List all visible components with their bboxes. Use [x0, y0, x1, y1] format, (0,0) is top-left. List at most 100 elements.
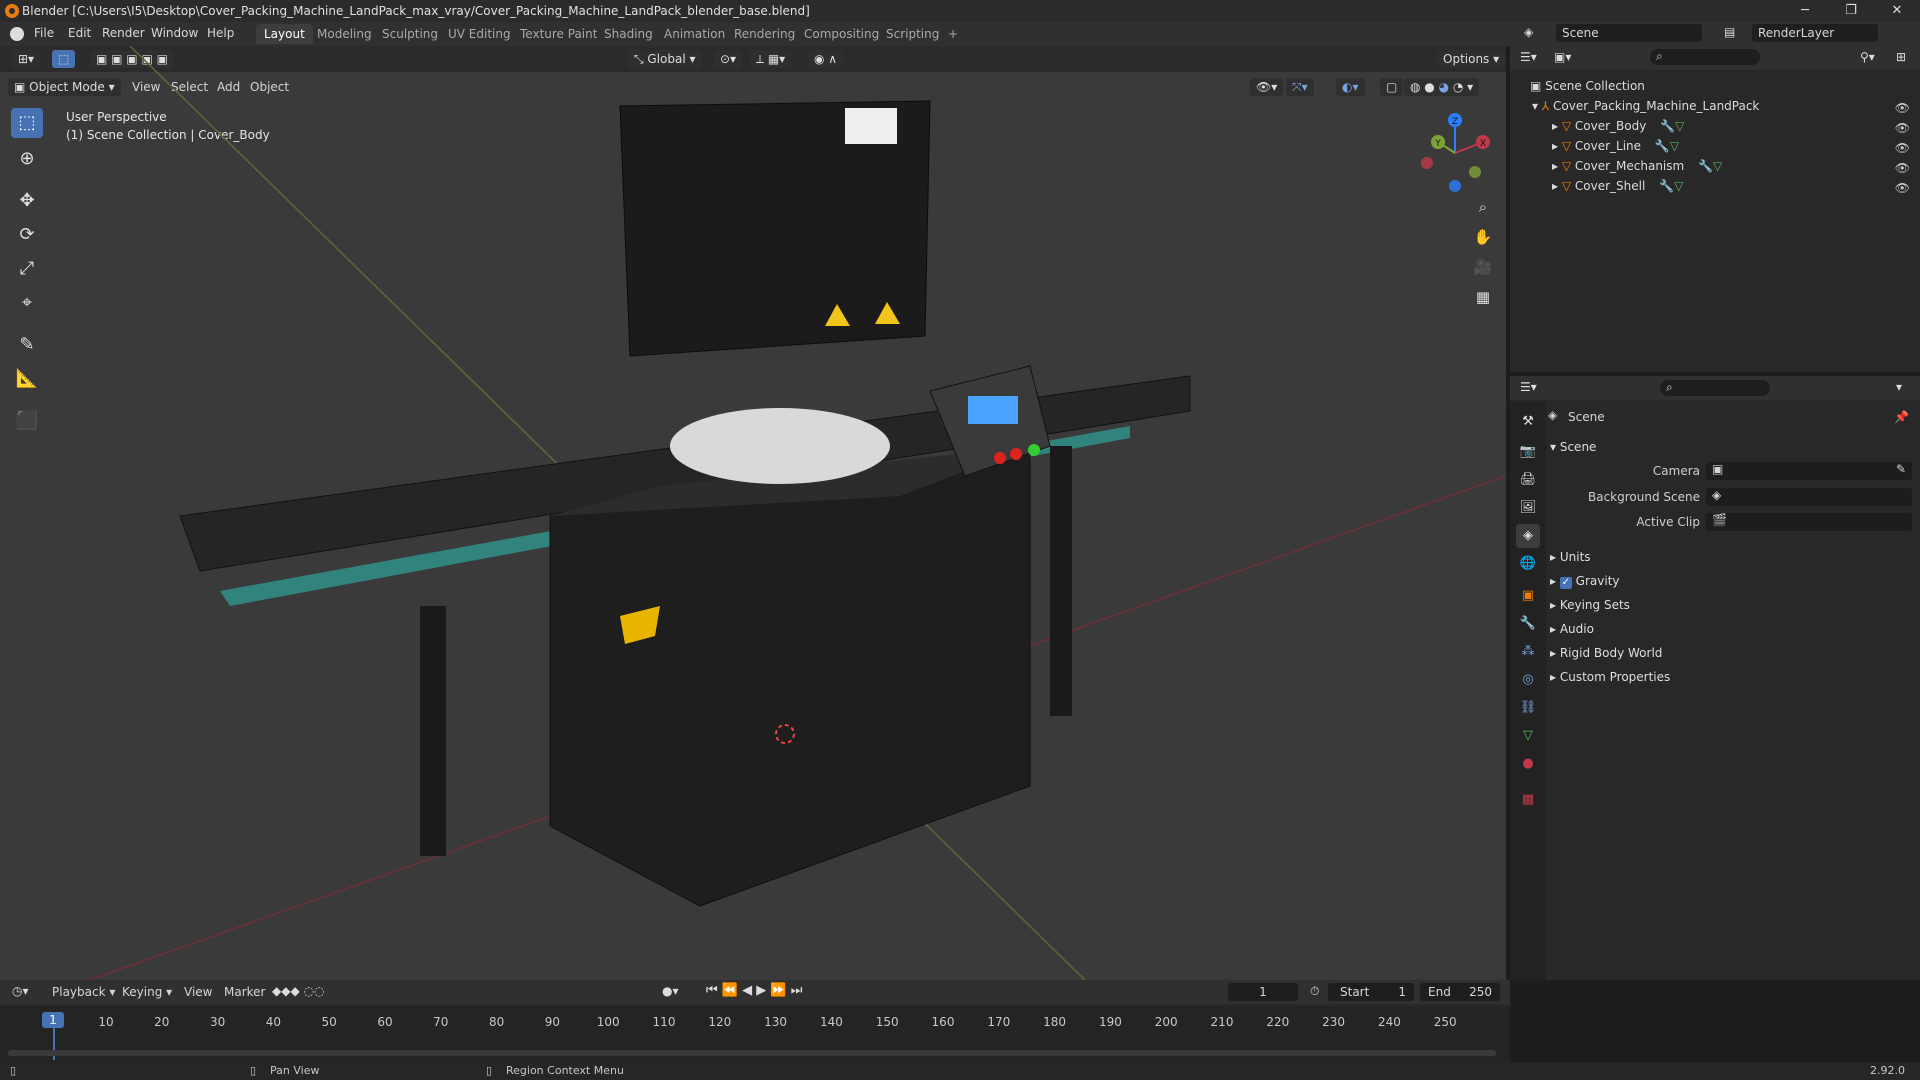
scene-panel-header[interactable]: ▾ Scene — [1550, 440, 1596, 454]
mesh-data-icon[interactable]: ▽ — [1675, 119, 1684, 133]
start-frame-field[interactable]: Start 1 — [1328, 983, 1414, 1001]
navigation-gizmo[interactable]: Z X Y — [1410, 108, 1500, 198]
blender-menu-icon[interactable] — [10, 27, 24, 41]
tab-scripting[interactable]: Scripting — [878, 24, 947, 44]
rigid-body-world-panel-header[interactable]: ▸ Rigid Body World — [1550, 646, 1662, 660]
modifier-icon[interactable]: 🔧 — [1698, 159, 1713, 173]
background-scene-field[interactable]: ◈ — [1706, 488, 1912, 506]
record-icon[interactable]: ●▾ — [662, 984, 679, 998]
custom-properties-panel-header[interactable]: ▸ Custom Properties — [1550, 670, 1670, 684]
new-collection-icon[interactable]: ⊞ — [1896, 50, 1906, 64]
outliner[interactable]: ☰▾ ▣▾ ⌕ ⚲▾ ⊞ ▣ Scene Collection ▾ ⅄ Cove… — [1510, 46, 1920, 372]
modifier-icon[interactable]: 🔧 — [1659, 179, 1674, 193]
tab-modeling[interactable]: Modeling — [309, 24, 380, 44]
camera-view-icon[interactable]: 🎥 — [1470, 254, 1496, 280]
timeline-menu-playback[interactable]: Playback ▾ — [52, 985, 115, 999]
material-tab-icon[interactable]: ● — [1516, 752, 1540, 776]
particles-tab-icon[interactable]: ⁂ — [1516, 640, 1540, 664]
expand-arrow-icon[interactable]: ▸ — [1552, 139, 1562, 153]
units-panel-header[interactable]: ▸ Units — [1550, 550, 1591, 564]
expand-arrow-icon[interactable]: ▸ — [1552, 119, 1562, 133]
zoom-icon[interactable]: ⌕ — [1470, 194, 1496, 220]
texture-tab-icon[interactable]: ▩ — [1516, 788, 1540, 812]
visibility-eye-icon[interactable]: 👁 — [1895, 98, 1910, 118]
playhead-frame-indicator[interactable]: 1 — [42, 1012, 64, 1028]
scene-selector[interactable]: Scene — [1556, 24, 1702, 42]
gravity-panel-header[interactable]: ▸ ✓ Gravity — [1550, 574, 1620, 589]
active-clip-field[interactable]: 🎬 — [1706, 513, 1912, 531]
playback-controls[interactable]: ⏮ ⏪ ◀ ▶ ⏩ ⏭ — [706, 983, 802, 998]
outliner-row-object[interactable]: ▸ ▽ Cover_Line 🔧▽ 👁 — [1510, 136, 1920, 156]
scene-browse-icon[interactable]: ◈ — [1524, 25, 1542, 43]
mesh-data-icon[interactable]: ▽ — [1674, 179, 1683, 193]
constraints-tab-icon[interactable]: ⛓ — [1516, 696, 1540, 720]
outliner-editor-type-icon[interactable]: ☰▾ — [1520, 50, 1537, 64]
timeline-editor-type-icon[interactable]: ◷▾ — [12, 984, 29, 998]
keyframe-icons[interactable]: ◆◆◆ ◌◌ — [272, 984, 324, 998]
close-button[interactable]: ✕ — [1874, 0, 1920, 22]
3d-viewport[interactable]: ⊞▾ ⬚ ▣ ▣ ▣ ▣ ▣ ⤡ Global ▾ ⊙▾ ⟂ ▦▾ ◉ ∧ Op… — [0, 46, 1506, 980]
expand-arrow-icon[interactable]: ▸ — [1552, 179, 1562, 193]
pin-icon[interactable]: 📌 — [1894, 410, 1909, 424]
renderlayer-browse-icon[interactable]: ▤ — [1724, 25, 1742, 43]
visibility-eye-icon[interactable]: 👁 — [1895, 178, 1910, 198]
properties-editor[interactable]: ☰▾ ⌕ ▾ ⚒ 📷 🖨 🖼 ◈ 🌐 ▣ 🔧 ⁂ ◎ ⛓ ▽ ● ▩ ◈ Sce… — [1510, 376, 1920, 980]
properties-search-input[interactable]: ⌕ — [1660, 380, 1770, 396]
display-mode-icon[interactable]: ▣▾ — [1554, 50, 1571, 64]
outliner-row-object[interactable]: ▸ ▽ Cover_Body 🔧▽ 👁 — [1510, 116, 1920, 136]
modifier-tab-icon[interactable]: 🔧 — [1516, 612, 1540, 636]
outliner-row-object[interactable]: ▸ ▽ Cover_Mechanism 🔧▽ 👁 — [1510, 156, 1920, 176]
outliner-row-object[interactable]: ▸ ▽ Cover_Shell 🔧▽ 👁 — [1510, 176, 1920, 196]
modifier-icon[interactable]: 🔧 — [1660, 119, 1675, 133]
tab-animation[interactable]: Animation — [656, 24, 733, 44]
scene-tab-icon[interactable]: ◈ — [1516, 524, 1540, 548]
eyedropper-icon[interactable]: ✎ — [1896, 462, 1906, 476]
mesh-data-icon[interactable]: ▽ — [1713, 159, 1722, 173]
tab-layout[interactable]: Layout — [256, 24, 313, 44]
world-tab-icon[interactable]: 🌐 — [1516, 552, 1540, 576]
tab-compositing[interactable]: Compositing — [796, 24, 887, 44]
minimize-button[interactable]: ─ — [1782, 0, 1828, 22]
menu-edit[interactable]: Edit — [68, 26, 91, 40]
modifier-icon[interactable]: 🔧 — [1655, 139, 1670, 153]
properties-options-icon[interactable]: ▾ — [1896, 380, 1902, 394]
visibility-eye-icon[interactable]: 👁 — [1895, 158, 1910, 178]
properties-editor-type-icon[interactable]: ☰▾ — [1520, 380, 1537, 394]
expand-arrow-icon[interactable]: ▾ — [1532, 99, 1542, 113]
output-tab-icon[interactable]: 🖨 — [1516, 468, 1540, 492]
menu-file[interactable]: File — [34, 26, 54, 40]
pan-hand-icon[interactable]: ✋ — [1470, 224, 1496, 250]
physics-tab-icon[interactable]: ◎ — [1516, 668, 1540, 692]
tab-rendering[interactable]: Rendering — [726, 24, 803, 44]
timeline-scrollbar[interactable] — [8, 1050, 1496, 1056]
view-layer-tab-icon[interactable]: 🖼 — [1516, 496, 1540, 520]
mesh-data-icon[interactable]: ▽ — [1670, 139, 1679, 153]
maximize-button[interactable]: ❐ — [1828, 0, 1874, 22]
object-data-tab-icon[interactable]: ▽ — [1516, 724, 1540, 748]
timeline-menu-marker[interactable]: Marker — [224, 985, 265, 999]
renderlayer-selector[interactable]: RenderLayer — [1752, 24, 1878, 42]
tool-tab-icon[interactable]: ⚒ — [1516, 410, 1540, 434]
ortho-grid-icon[interactable]: ▦ — [1470, 284, 1496, 310]
current-frame-field[interactable]: 1 — [1228, 983, 1298, 1001]
timeline-editor[interactable]: ◷▾ Playback ▾ Keying ▾ View Marker ◆◆◆ ◌… — [0, 980, 1510, 1062]
keying-sets-panel-header[interactable]: ▸ Keying Sets — [1550, 598, 1630, 612]
add-workspace-button[interactable]: + — [940, 24, 966, 44]
tab-texture-paint[interactable]: Texture Paint — [512, 24, 605, 44]
timeline-menu-view[interactable]: View — [184, 985, 212, 999]
timeline-menu-keying[interactable]: Keying ▾ — [122, 985, 172, 999]
expand-arrow-icon[interactable]: ▸ — [1552, 159, 1562, 173]
preview-range-icon[interactable]: ⏱ — [1310, 984, 1319, 999]
end-frame-field[interactable]: End 250 — [1420, 983, 1500, 1001]
outliner-search-input[interactable]: ⌕ — [1650, 49, 1760, 65]
outliner-row-scene-collection[interactable]: ▣ Scene Collection — [1510, 76, 1920, 96]
visibility-eye-icon[interactable]: 👁 — [1895, 138, 1910, 158]
render-tab-icon[interactable]: 📷 — [1516, 440, 1540, 464]
tab-shading[interactable]: Shading — [596, 24, 661, 44]
filter-icon[interactable]: ⚲▾ — [1860, 50, 1875, 64]
menu-window[interactable]: Window — [151, 26, 198, 40]
gravity-checkbox[interactable]: ✓ — [1559, 577, 1572, 589]
tab-uv-editing[interactable]: UV Editing — [440, 24, 519, 44]
audio-panel-header[interactable]: ▸ Audio — [1550, 622, 1594, 636]
menu-help[interactable]: Help — [207, 26, 234, 40]
